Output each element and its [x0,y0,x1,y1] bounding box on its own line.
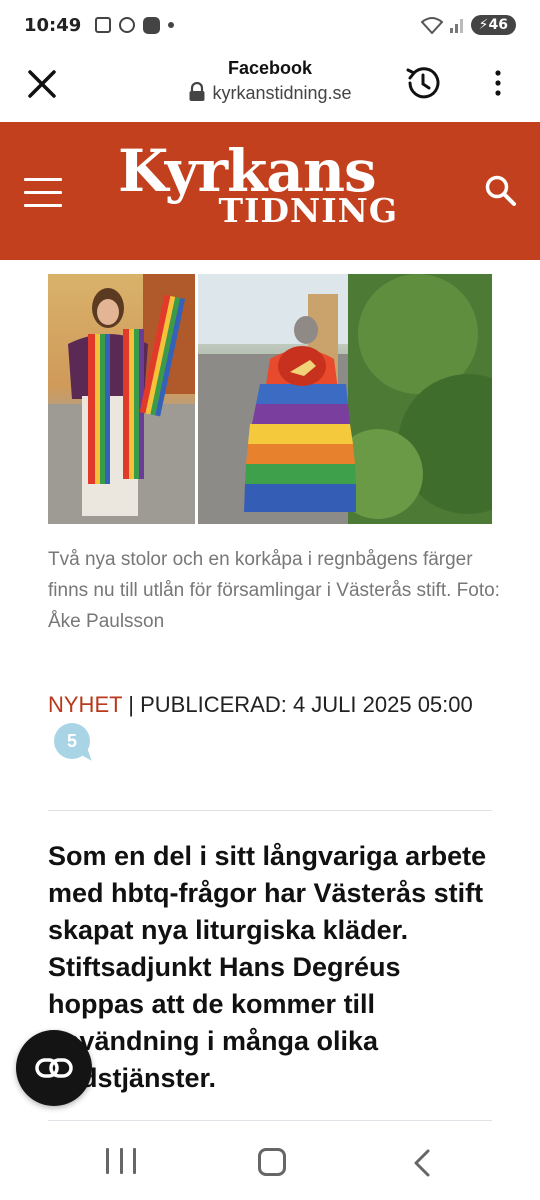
back-icon[interactable] [410,1148,434,1178]
article-category[interactable]: NYHET [48,692,122,717]
photo-rainbow-cope [198,274,492,524]
recents-icon[interactable] [106,1148,136,1178]
signal-icon [449,19,463,33]
photo-woman-with-stoles [48,274,195,524]
status-time: 10:49 [24,14,82,36]
search-icon[interactable] [484,174,518,208]
article-photo[interactable] [48,274,492,524]
divider [48,810,492,811]
floating-link-button[interactable] [16,1030,92,1106]
battery-indicator: ⚡46 [470,15,516,35]
status-system-icons: ⚡46 [420,15,516,35]
browser-toolbar: Facebook kyrkanstidning.se [0,50,540,122]
publish-date: | PUBLICERAD: 4 JULI 2025 05:00 [128,692,473,717]
status-bar: 10:49 ⚡46 [0,0,540,50]
site-header: Kyrkans TIDNING [0,122,540,260]
status-notification-icons [95,16,175,34]
article-lead: Som en del i sitt långvariga arbete med … [48,841,487,1093]
wifi-icon [420,17,443,34]
browser-url: kyrkanstidning.se [188,82,352,104]
link-icon [35,1058,73,1078]
system-nav-bar [0,1124,540,1200]
battery-level: 46 [488,17,508,33]
browser-title-area[interactable]: Facebook kyrkanstidning.se [150,58,390,104]
home-icon[interactable] [258,1148,286,1176]
photo-caption: Två nya stolor och en korkåpa i regnbåge… [48,549,500,632]
hamburger-menu-icon[interactable] [24,178,62,208]
comment-bubble-tail [78,749,92,765]
site-logo[interactable]: Kyrkans TIDNING [118,140,398,228]
lock-icon [189,82,205,101]
article-meta: NYHET | PUBLICERAD: 4 JULI 2025 05:00 5 [48,686,508,765]
notification-app-icon [119,17,136,33]
divider [48,1120,492,1121]
comment-count-badge[interactable]: 5 [54,723,92,765]
history-icon[interactable] [402,62,444,104]
browser-url-text: kyrkanstidning.se [212,83,352,103]
browser-page-title: Facebook [227,58,313,78]
app-notification-icon [143,16,161,34]
more-vert-icon[interactable] [486,68,510,98]
screenshot-icon [95,17,112,33]
more-notifications-dot-icon [168,22,175,28]
close-icon[interactable] [24,66,60,102]
